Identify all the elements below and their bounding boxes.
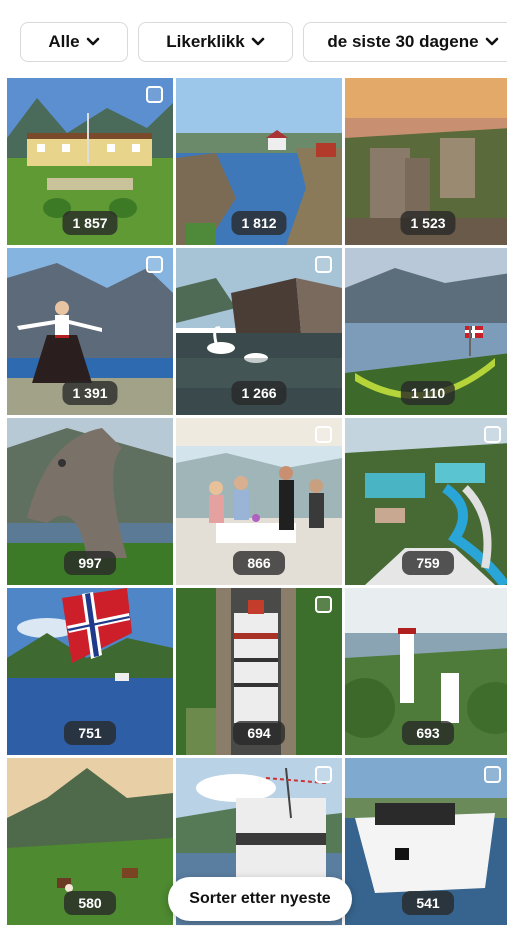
checkbox-icon[interactable] — [315, 766, 332, 783]
post-tile[interactable]: 1 266 — [176, 248, 342, 415]
post-tile[interactable]: 1 391 — [7, 248, 173, 415]
like-count: 694 — [233, 721, 285, 745]
post-tile[interactable]: 541 — [345, 758, 507, 925]
post-tile[interactable]: 1 812 — [176, 78, 342, 245]
checkbox-icon[interactable] — [315, 256, 332, 273]
metric-filter-dropdown[interactable]: Likerklikk — [138, 22, 293, 62]
checkbox-icon[interactable] — [484, 766, 501, 783]
chevron-down-icon — [485, 37, 498, 46]
checkbox-icon[interactable] — [146, 86, 163, 103]
post-tile[interactable]: 751 — [7, 588, 173, 755]
like-count: 1 857 — [62, 211, 118, 235]
like-count: 1 391 — [62, 381, 118, 405]
checkbox-icon[interactable] — [146, 256, 163, 273]
like-count: 759 — [402, 551, 454, 575]
chevron-down-icon — [251, 37, 265, 46]
filter-bar: Alle Likerklikk de siste 30 dagene — [0, 22, 507, 62]
metric-filter-label: Likerklikk — [166, 32, 245, 51]
post-tile[interactable]: 997 — [7, 418, 173, 585]
checkbox-icon[interactable] — [315, 596, 332, 613]
post-tile[interactable]: 866 — [176, 418, 342, 585]
post-tile[interactable]: 693 — [345, 588, 507, 755]
type-filter-label: Alle — [48, 32, 80, 51]
period-filter-label: de siste 30 dagene — [327, 32, 479, 51]
type-filter-dropdown[interactable]: Alle — [20, 22, 128, 62]
like-count: 997 — [64, 551, 116, 575]
post-tile[interactable]: 1 857 — [7, 78, 173, 245]
post-tile[interactable]: 1 110 — [345, 248, 507, 415]
like-count: 1 110 — [400, 381, 456, 405]
like-count: 751 — [64, 721, 116, 745]
post-tile[interactable]: 580 — [7, 758, 173, 925]
post-tile[interactable]: 759 — [345, 418, 507, 585]
sort-newest-button[interactable]: Sorter etter nyeste — [168, 877, 352, 921]
like-count: 1 266 — [231, 381, 287, 405]
like-count: 1 523 — [400, 211, 456, 235]
like-count: 866 — [233, 551, 285, 575]
like-count: 1 812 — [231, 211, 287, 235]
checkbox-icon[interactable] — [484, 426, 501, 443]
checkbox-icon[interactable] — [315, 426, 332, 443]
post-tile[interactable]: 694 — [176, 588, 342, 755]
like-count: 541 — [402, 891, 454, 915]
like-count: 693 — [402, 721, 454, 745]
like-count: 580 — [64, 891, 116, 915]
chevron-down-icon — [86, 37, 99, 46]
post-tile[interactable]: 1 523 — [345, 78, 507, 245]
period-filter-dropdown[interactable]: de siste 30 dagene — [303, 22, 507, 62]
